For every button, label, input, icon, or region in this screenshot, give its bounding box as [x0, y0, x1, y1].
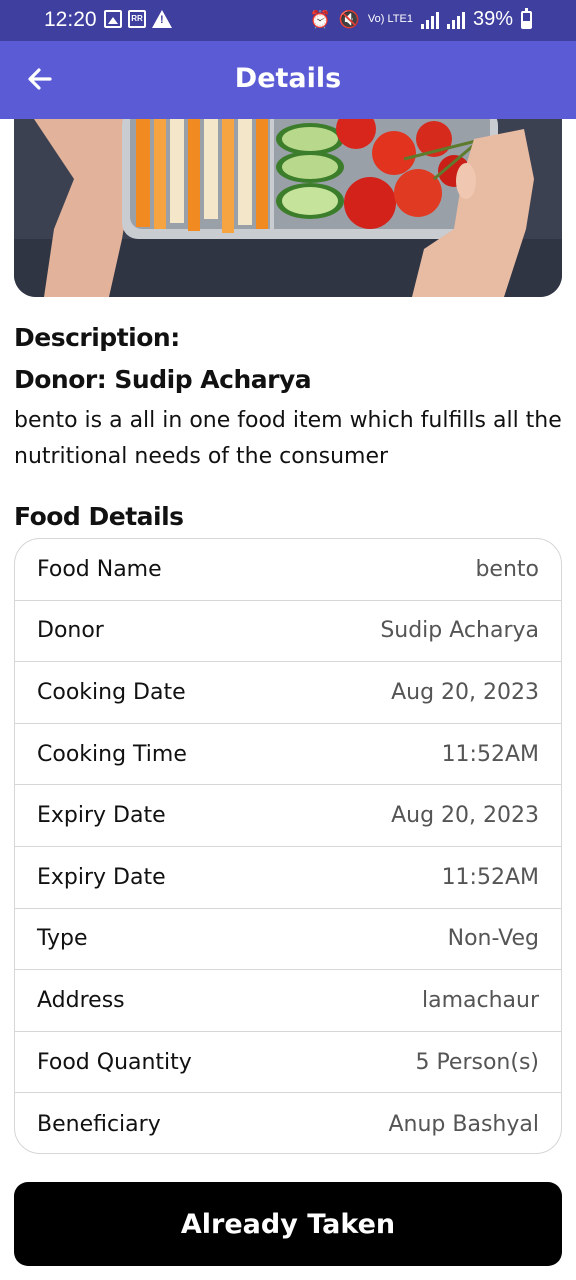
- detail-row-beneficiary: Beneficiary Anup Bashyal: [15, 1093, 561, 1153]
- detail-row-address: Address lamachaur: [15, 970, 561, 1032]
- app-bar: Details: [0, 41, 576, 119]
- battery-icon: [521, 7, 532, 29]
- detail-row-cooking-date: Cooking Date Aug 20, 2023: [15, 662, 561, 724]
- food-details-card: Food Name bento Donor Sudip Acharya Cook…: [14, 538, 562, 1154]
- description-text: bento is a all in one food item which fu…: [14, 408, 562, 469]
- detail-value: 11:52AM: [441, 741, 539, 767]
- food-details-heading: Food Details: [14, 502, 184, 531]
- detail-label: Food Name: [37, 556, 162, 582]
- page-title: Details: [234, 63, 342, 94]
- notification-icons: RR: [104, 10, 172, 28]
- detail-value: Non-Veg: [447, 926, 539, 952]
- detail-row-expiry-time: Expiry Date 11:52AM: [15, 847, 561, 909]
- detail-value: 5 Person(s): [415, 1049, 539, 1075]
- warning-icon: [152, 10, 172, 28]
- signal-icon: [446, 11, 465, 29]
- detail-value: bento: [475, 556, 539, 582]
- news-icon: RR: [128, 10, 146, 28]
- detail-label: Cooking Date: [37, 679, 186, 705]
- detail-label: Expiry Date: [37, 803, 166, 829]
- detail-value: Sudip Acharya: [380, 618, 539, 644]
- detail-row-type: Type Non-Veg: [15, 909, 561, 971]
- system-icons: ⏰ 🔇 Vo) LTE1 39%: [309, 7, 532, 31]
- signal-icon: [420, 11, 439, 29]
- detail-label: Type: [37, 926, 88, 952]
- detail-label: Donor: [37, 618, 104, 644]
- wifi-icon: Vo) LTE1: [367, 13, 413, 25]
- detail-value: lamachaur: [421, 987, 539, 1013]
- mute-icon: 🔇: [338, 9, 360, 29]
- detail-value: Anup Bashyal: [388, 1111, 540, 1137]
- status-time: 12:20: [44, 8, 97, 31]
- detail-value: Aug 20, 2023: [391, 803, 539, 829]
- detail-label: Food Quantity: [37, 1049, 192, 1075]
- battery-percent: 39%: [472, 8, 513, 30]
- alarm-icon: ⏰: [309, 9, 331, 29]
- status-bar: 12:20 RR ⏰ 🔇 Vo) LTE1 39%: [0, 0, 576, 41]
- detail-row-cooking-time: Cooking Time 11:52AM: [15, 724, 561, 786]
- description-heading: Description:: [14, 323, 180, 352]
- detail-label: Beneficiary: [37, 1111, 161, 1137]
- donor-heading: Donor: Sudip Acharya: [14, 365, 312, 394]
- detail-row-expiry-date: Expiry Date Aug 20, 2023: [15, 785, 561, 847]
- detail-value: 11:52AM: [441, 864, 539, 890]
- detail-row-donor: Donor Sudip Acharya: [15, 601, 561, 663]
- detail-value: Aug 20, 2023: [391, 679, 539, 705]
- detail-label: Address: [37, 987, 125, 1013]
- food-image: [14, 119, 562, 297]
- detail-label: Cooking Time: [37, 741, 187, 767]
- gallery-icon: [104, 10, 122, 28]
- detail-row-food-name: Food Name bento: [15, 539, 561, 601]
- already-taken-button[interactable]: Already Taken: [14, 1182, 562, 1266]
- detail-label: Expiry Date: [37, 864, 166, 890]
- detail-row-food-quantity: Food Quantity 5 Person(s): [15, 1032, 561, 1094]
